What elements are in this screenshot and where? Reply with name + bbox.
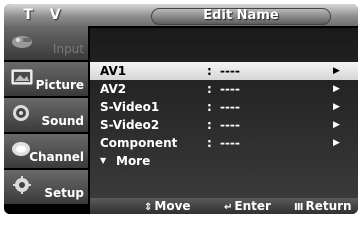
more-label: More bbox=[116, 154, 151, 168]
sidebar-item-label: Sound bbox=[41, 114, 84, 128]
row-value: ---- bbox=[220, 64, 240, 78]
chevron-right-icon: ▶ bbox=[333, 84, 340, 94]
edit-name-list: AV1 : ---- ▶ AV2 : ---- ▶ S-Video1 : ---… bbox=[90, 28, 358, 198]
list-item-av1[interactable]: AV1 : ---- ▶ bbox=[90, 62, 358, 80]
row-label: S-Video2 bbox=[100, 118, 160, 132]
row-separator: : bbox=[207, 118, 212, 132]
row-separator: : bbox=[207, 64, 212, 78]
input-icon bbox=[12, 36, 32, 48]
tv-screen: T V Edit Name Input Picture Sound Channe… bbox=[0, 0, 362, 218]
return-icon: Ⅲ bbox=[294, 202, 304, 213]
row-label: AV2 bbox=[100, 82, 127, 96]
picture-icon bbox=[11, 69, 33, 85]
chevron-right-icon: ▶ bbox=[333, 66, 340, 76]
list-item-s-video2[interactable]: S-Video2 : ---- ▶ bbox=[90, 116, 358, 134]
sidebar-item-label: Input bbox=[52, 42, 84, 56]
sound-icon bbox=[13, 105, 29, 121]
row-label: S-Video1 bbox=[100, 100, 160, 114]
sidebar-item-label: Setup bbox=[44, 186, 84, 200]
menu-header: T V Edit Name bbox=[4, 4, 358, 26]
sidebar-item-label: Channel bbox=[29, 150, 84, 164]
list-item-component[interactable]: Component : ---- ▶ bbox=[90, 134, 358, 152]
enter-hint: ↵ Enter bbox=[224, 198, 271, 214]
row-separator: : bbox=[207, 82, 212, 96]
setup-icon bbox=[13, 176, 31, 194]
row-value: ---- bbox=[220, 118, 240, 132]
sidebar-nav: Input Picture Sound Channel Setup bbox=[4, 26, 88, 214]
page-title: Edit Name bbox=[203, 8, 279, 23]
sidebar-item-picture[interactable]: Picture bbox=[4, 62, 88, 98]
move-hint-label: Move bbox=[154, 199, 191, 213]
return-hint: Ⅲ Return bbox=[294, 198, 352, 214]
sidebar-item-label: Picture bbox=[35, 78, 84, 92]
return-hint-label: Return bbox=[305, 199, 352, 213]
list-item-more[interactable]: ▼ More bbox=[90, 152, 358, 170]
chevron-right-icon: ▶ bbox=[333, 102, 340, 112]
app-label: T V bbox=[23, 7, 67, 23]
row-label: Component bbox=[100, 136, 178, 150]
row-separator: : bbox=[207, 100, 212, 114]
move-icon: ⇕ bbox=[144, 202, 153, 213]
chevron-right-icon: ▶ bbox=[333, 138, 340, 148]
sidebar-item-sound[interactable]: Sound bbox=[4, 98, 88, 134]
chevron-down-icon: ▼ bbox=[100, 156, 107, 165]
chevron-right-icon: ▶ bbox=[333, 120, 340, 130]
row-value: ---- bbox=[220, 136, 240, 150]
sidebar-item-channel[interactable]: Channel bbox=[4, 134, 88, 170]
sidebar-item-setup[interactable]: Setup bbox=[4, 170, 88, 206]
list-item-s-video1[interactable]: S-Video1 : ---- ▶ bbox=[90, 98, 358, 116]
row-label: AV1 bbox=[100, 64, 127, 78]
enter-icon: ↵ bbox=[224, 202, 233, 213]
row-value: ---- bbox=[220, 100, 240, 114]
sidebar-item-input[interactable]: Input bbox=[4, 26, 88, 62]
footer-hints: ⇕ Move ↵ Enter Ⅲ Return bbox=[90, 198, 358, 214]
row-value: ---- bbox=[220, 82, 240, 96]
enter-hint-label: Enter bbox=[234, 199, 271, 213]
osd-menu: T V Edit Name Input Picture Sound Channe… bbox=[4, 4, 358, 214]
row-separator: : bbox=[207, 136, 212, 150]
list-item-av2[interactable]: AV2 : ---- ▶ bbox=[90, 80, 358, 98]
move-hint: ⇕ Move bbox=[144, 198, 191, 214]
